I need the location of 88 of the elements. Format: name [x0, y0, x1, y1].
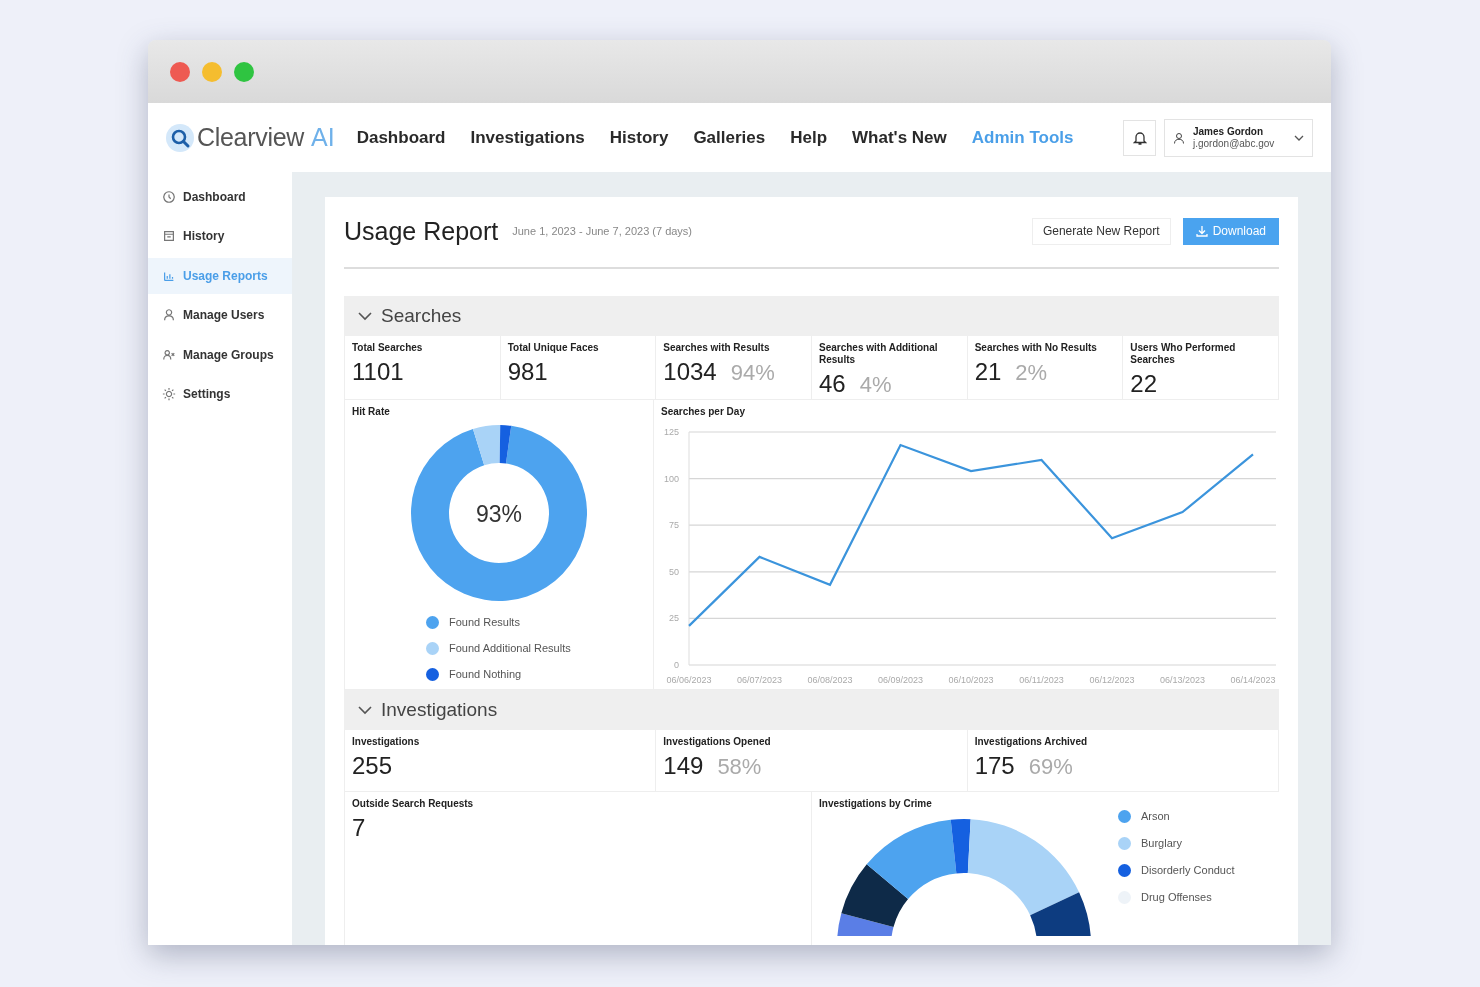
stat-label: Investigations: [352, 736, 421, 748]
sidebar-item[interactable]: History: [148, 218, 292, 254]
chart-title: Searches per Day: [661, 406, 746, 417]
axis-tick-label: 25: [669, 613, 679, 624]
nav-link[interactable]: Help: [790, 127, 828, 148]
user-email: j.gordon@abc.gov: [1193, 137, 1276, 150]
stat-value: 1101: [352, 358, 404, 386]
axis-tick-label: 06/06/2023: [666, 675, 712, 685]
axis-tick-label: 06/14/2023: [1230, 675, 1276, 685]
axis-tick-label: 06/09/2023: [878, 675, 923, 685]
legend-label: Found Results: [449, 615, 520, 629]
notification-button[interactable]: [1123, 119, 1156, 156]
stat-label: Outside Search Requests: [352, 798, 475, 810]
stat-label: Investigations Archived: [974, 736, 1089, 748]
stat-value: 1034: [663, 358, 717, 386]
window-control-button[interactable]: [170, 61, 190, 82]
stat-label: Users Who Performed Searches: [1130, 342, 1237, 366]
legend-label: Found Additional Results: [449, 641, 571, 655]
nav-link[interactable]: What's New: [852, 127, 947, 148]
download-icon: [1195, 225, 1208, 237]
chevron-down-icon: [1294, 134, 1304, 141]
window-control-button[interactable]: [234, 61, 254, 82]
panel-title: Hit Rate: [352, 406, 390, 417]
axis-tick-label: 06/07/2023: [737, 675, 782, 685]
stat-value: 7: [352, 814, 367, 842]
axis-tick-label: 75: [669, 520, 679, 531]
stat-value: 255: [352, 752, 393, 780]
stat-value: 21: [974, 358, 1002, 386]
stat-percent: 4%: [859, 372, 892, 398]
axis-tick-label: 06/10/2023: [948, 675, 994, 685]
user-name: James Gordon: [1193, 125, 1265, 138]
chevron-icon: [358, 311, 372, 321]
stat-label: Searches with No Results: [974, 342, 1098, 354]
stat-label: Total Searches: [352, 342, 424, 354]
stat-percent: 2%: [1015, 360, 1048, 386]
stat-label: Searches with Results: [663, 342, 771, 354]
nav-link[interactable]: Galleries: [693, 127, 766, 148]
nav-link[interactable]: Dashboard: [356, 127, 446, 148]
axis-tick-label: 100: [663, 473, 679, 484]
axis-tick-label: 06/13/2023: [1160, 675, 1205, 685]
window-control-button[interactable]: [202, 61, 222, 82]
section-header[interactable]: Investigations: [344, 690, 1279, 730]
panel-title: Investigations by Crime: [819, 798, 933, 809]
axis-tick-label: 06/12/2023: [1089, 675, 1135, 685]
stat-value: 46: [819, 370, 846, 398]
axis-tick-label: 06/08/2023: [807, 675, 853, 685]
users-icon: [162, 347, 176, 362]
legend-label: Disorderly Conduct: [1141, 863, 1235, 877]
sidebar-item[interactable]: Settings: [148, 376, 292, 412]
gear-icon: [162, 387, 176, 402]
axis-tick-label: 06/11/2023: [1019, 675, 1064, 685]
donut-center-label: 93%: [474, 501, 523, 528]
stat-label: Investigations Opened: [663, 736, 772, 748]
date-range: June 1, 2023 - June 7, 2023 (7 days): [512, 225, 693, 237]
stat-value: 175: [974, 752, 1015, 780]
legend-label: Arson: [1141, 809, 1170, 823]
stat-value: 22: [1130, 370, 1158, 398]
sidebar-item[interactable]: Dashboard: [148, 179, 292, 215]
stat-percent: 94%: [730, 360, 775, 386]
dashboard-icon: [162, 189, 176, 204]
magnifier-logo-icon: [165, 122, 195, 153]
stat-value: 981: [507, 358, 548, 386]
axis-tick-label: 50: [669, 566, 679, 577]
section-header[interactable]: Searches: [344, 296, 1279, 336]
stat-percent: 69%: [1028, 754, 1073, 780]
chevron-icon: [358, 705, 372, 715]
legend-label: Found Nothing: [449, 667, 522, 681]
legend-label: Drug Offenses: [1141, 890, 1212, 904]
stat-value: 149: [663, 752, 704, 780]
calendar-icon: [162, 229, 176, 244]
user-menu[interactable]: James Gordon j.gordon@abc.gov: [1164, 118, 1313, 157]
nav-link[interactable]: Investigations: [470, 127, 585, 148]
axis-tick-label: 0: [674, 660, 679, 670]
legend-label: Burglary: [1141, 836, 1182, 850]
stat-label: Searches with Additional Results: [819, 342, 939, 366]
stat-label: Total Unique Faces: [507, 342, 600, 354]
nav-link[interactable]: History: [609, 127, 669, 148]
axis-tick-label: 125: [663, 427, 679, 437]
sidebar-item[interactable]: Manage Groups: [148, 337, 292, 373]
user-icon: [1173, 131, 1185, 144]
generate-report-button[interactable]: Generate New Report: [1031, 217, 1171, 245]
user-icon: [162, 308, 176, 323]
sidebar-item[interactable]: Manage Users: [148, 297, 292, 333]
logo-text: Clearview: [197, 123, 305, 152]
stat-percent: 58%: [717, 754, 762, 780]
logo-suffix: AI: [311, 123, 335, 152]
bell-icon: [1132, 129, 1147, 146]
report-title: Usage Report: [344, 216, 499, 246]
